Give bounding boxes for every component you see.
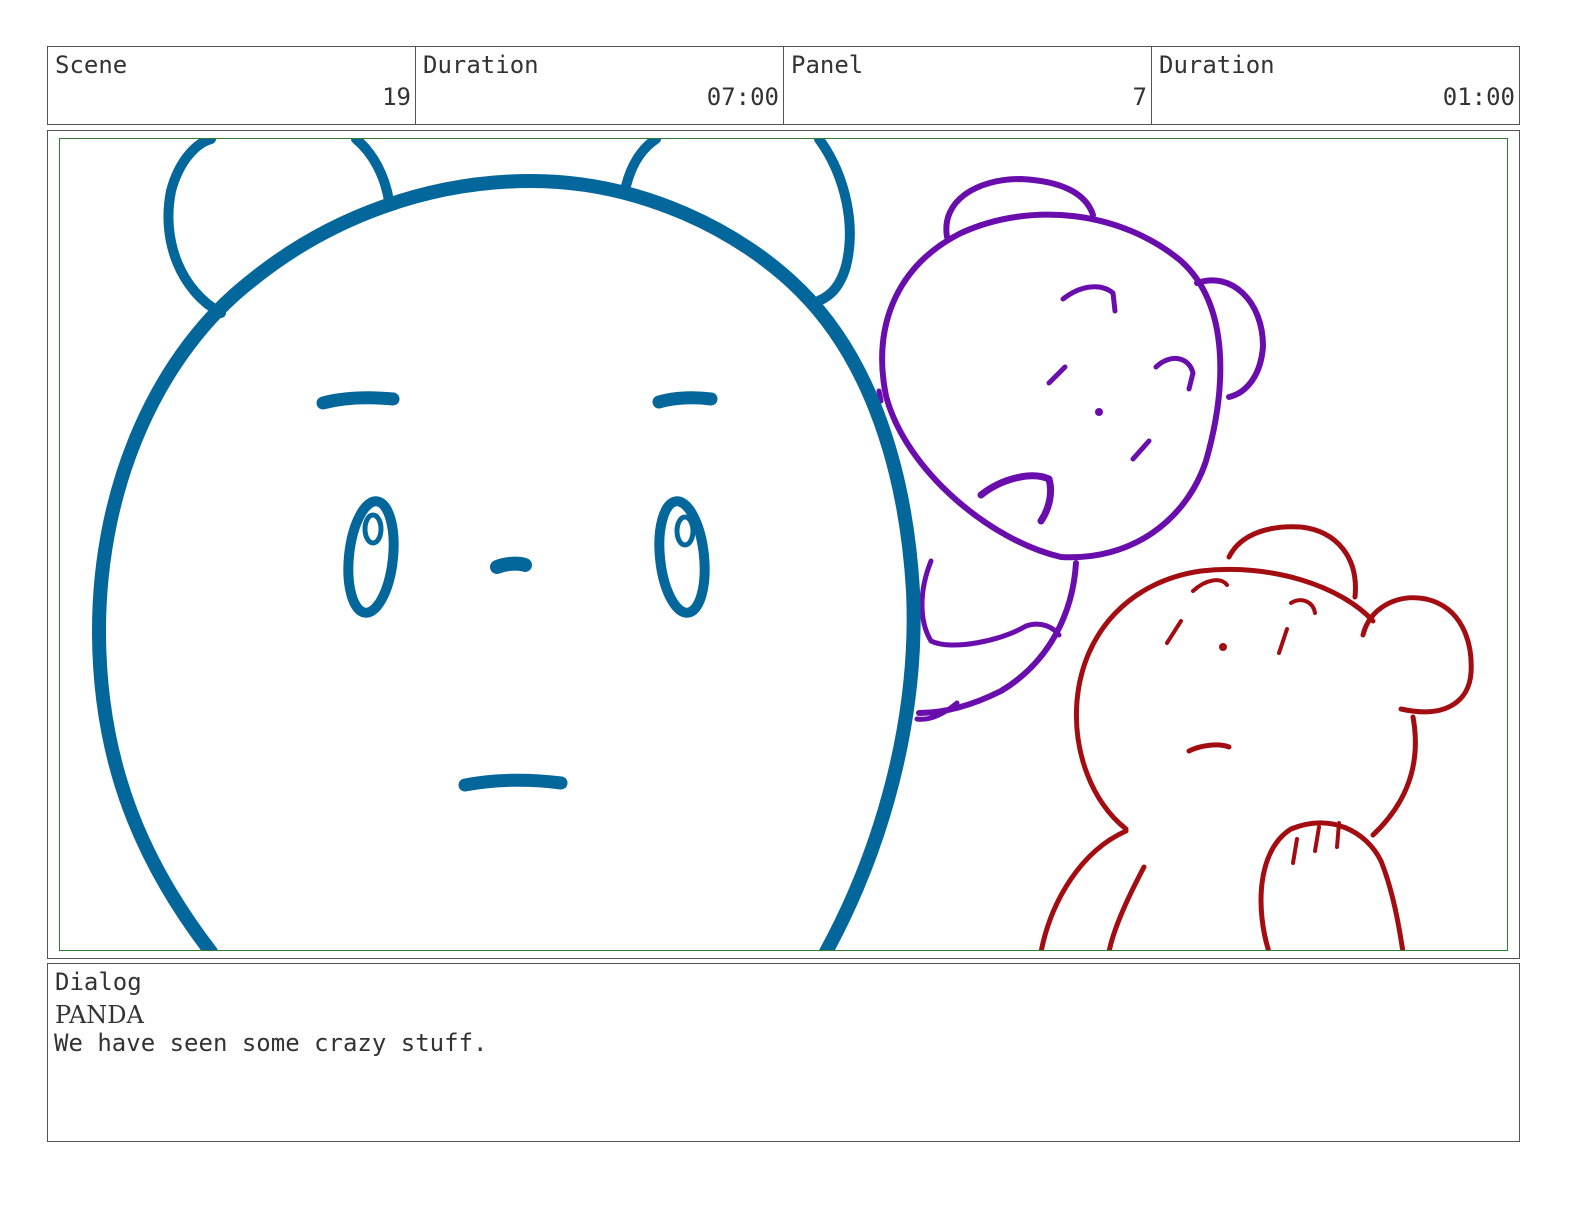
blue-bear-ear-right <box>621 139 855 308</box>
scene-label: Scene <box>55 51 128 79</box>
dialog-box: Dialog PANDA We have seen some crazy stu… <box>47 963 1520 1142</box>
blue-bear-eye-left-highlight <box>362 512 384 546</box>
red-bear-paw <box>1258 820 1406 950</box>
storyboard-drawing <box>92 139 1474 950</box>
purple-bear-arm <box>919 558 1062 648</box>
purple-bear-brow-left <box>1060 284 1118 314</box>
purple-bear-eye-right <box>1130 438 1152 462</box>
purple-bear-eye-left <box>1046 364 1068 386</box>
panel-duration-value: 01:00 <box>1442 83 1515 111</box>
blue-bear-brow-right <box>652 391 718 409</box>
blue-bear-brow-left <box>316 391 400 410</box>
scene-duration-label: Duration <box>423 51 539 79</box>
blue-bear-mouth <box>458 773 568 792</box>
purple-bear-nose <box>1095 408 1103 416</box>
purple-bear-brow-right <box>1153 356 1196 392</box>
red-bear-eye-right <box>1277 627 1289 655</box>
scene-duration-cell: Duration 07:00 <box>416 47 784 124</box>
purple-bear-mouth <box>977 472 1055 525</box>
scene-number: 19 <box>382 83 411 111</box>
red-bear-eye-left <box>1165 619 1183 645</box>
red-bear-claw-1 <box>1291 837 1299 865</box>
blue-bear-ear-left <box>163 139 394 318</box>
red-bear-ear-right <box>1360 595 1474 715</box>
dialog-label: Dialog <box>55 968 142 996</box>
panel-duration-label: Duration <box>1159 51 1275 79</box>
storyboard-header: Scene 19 Duration 07:00 Panel 7 Duration… <box>47 46 1520 125</box>
blue-bear <box>92 139 921 950</box>
panel-label: Panel <box>791 51 864 79</box>
blue-bear-eye-right-highlight <box>674 514 696 548</box>
red-bear-nose <box>1219 643 1227 651</box>
red-bear-brow-left <box>1191 578 1229 593</box>
panel-duration-cell: Duration 01:00 <box>1152 47 1519 124</box>
red-bear-brow-right <box>1289 598 1317 615</box>
red-bear-claw-2 <box>1313 825 1321 853</box>
dialog-speaker: PANDA <box>55 1001 144 1029</box>
panel-artwork <box>59 138 1508 951</box>
panel-cell: Panel 7 <box>784 47 1152 124</box>
red-bear-claw-3 <box>1335 821 1341 849</box>
red-bear-arm-left <box>1106 864 1147 950</box>
red-bear-cheek <box>1370 714 1418 838</box>
red-bear-ear-left <box>1226 524 1358 600</box>
blue-bear-nose <box>490 556 532 574</box>
scene-duration-value: 07:00 <box>706 83 779 111</box>
purple-bear <box>876 176 1266 722</box>
dialog-line: We have seen some crazy stuff. <box>54 1029 488 1057</box>
scene-cell: Scene 19 <box>48 47 416 124</box>
red-bear-mouth <box>1186 742 1232 754</box>
red-bear-head <box>1073 566 1376 832</box>
red-bear <box>1038 524 1474 950</box>
panel-number: 7 <box>1132 83 1147 111</box>
